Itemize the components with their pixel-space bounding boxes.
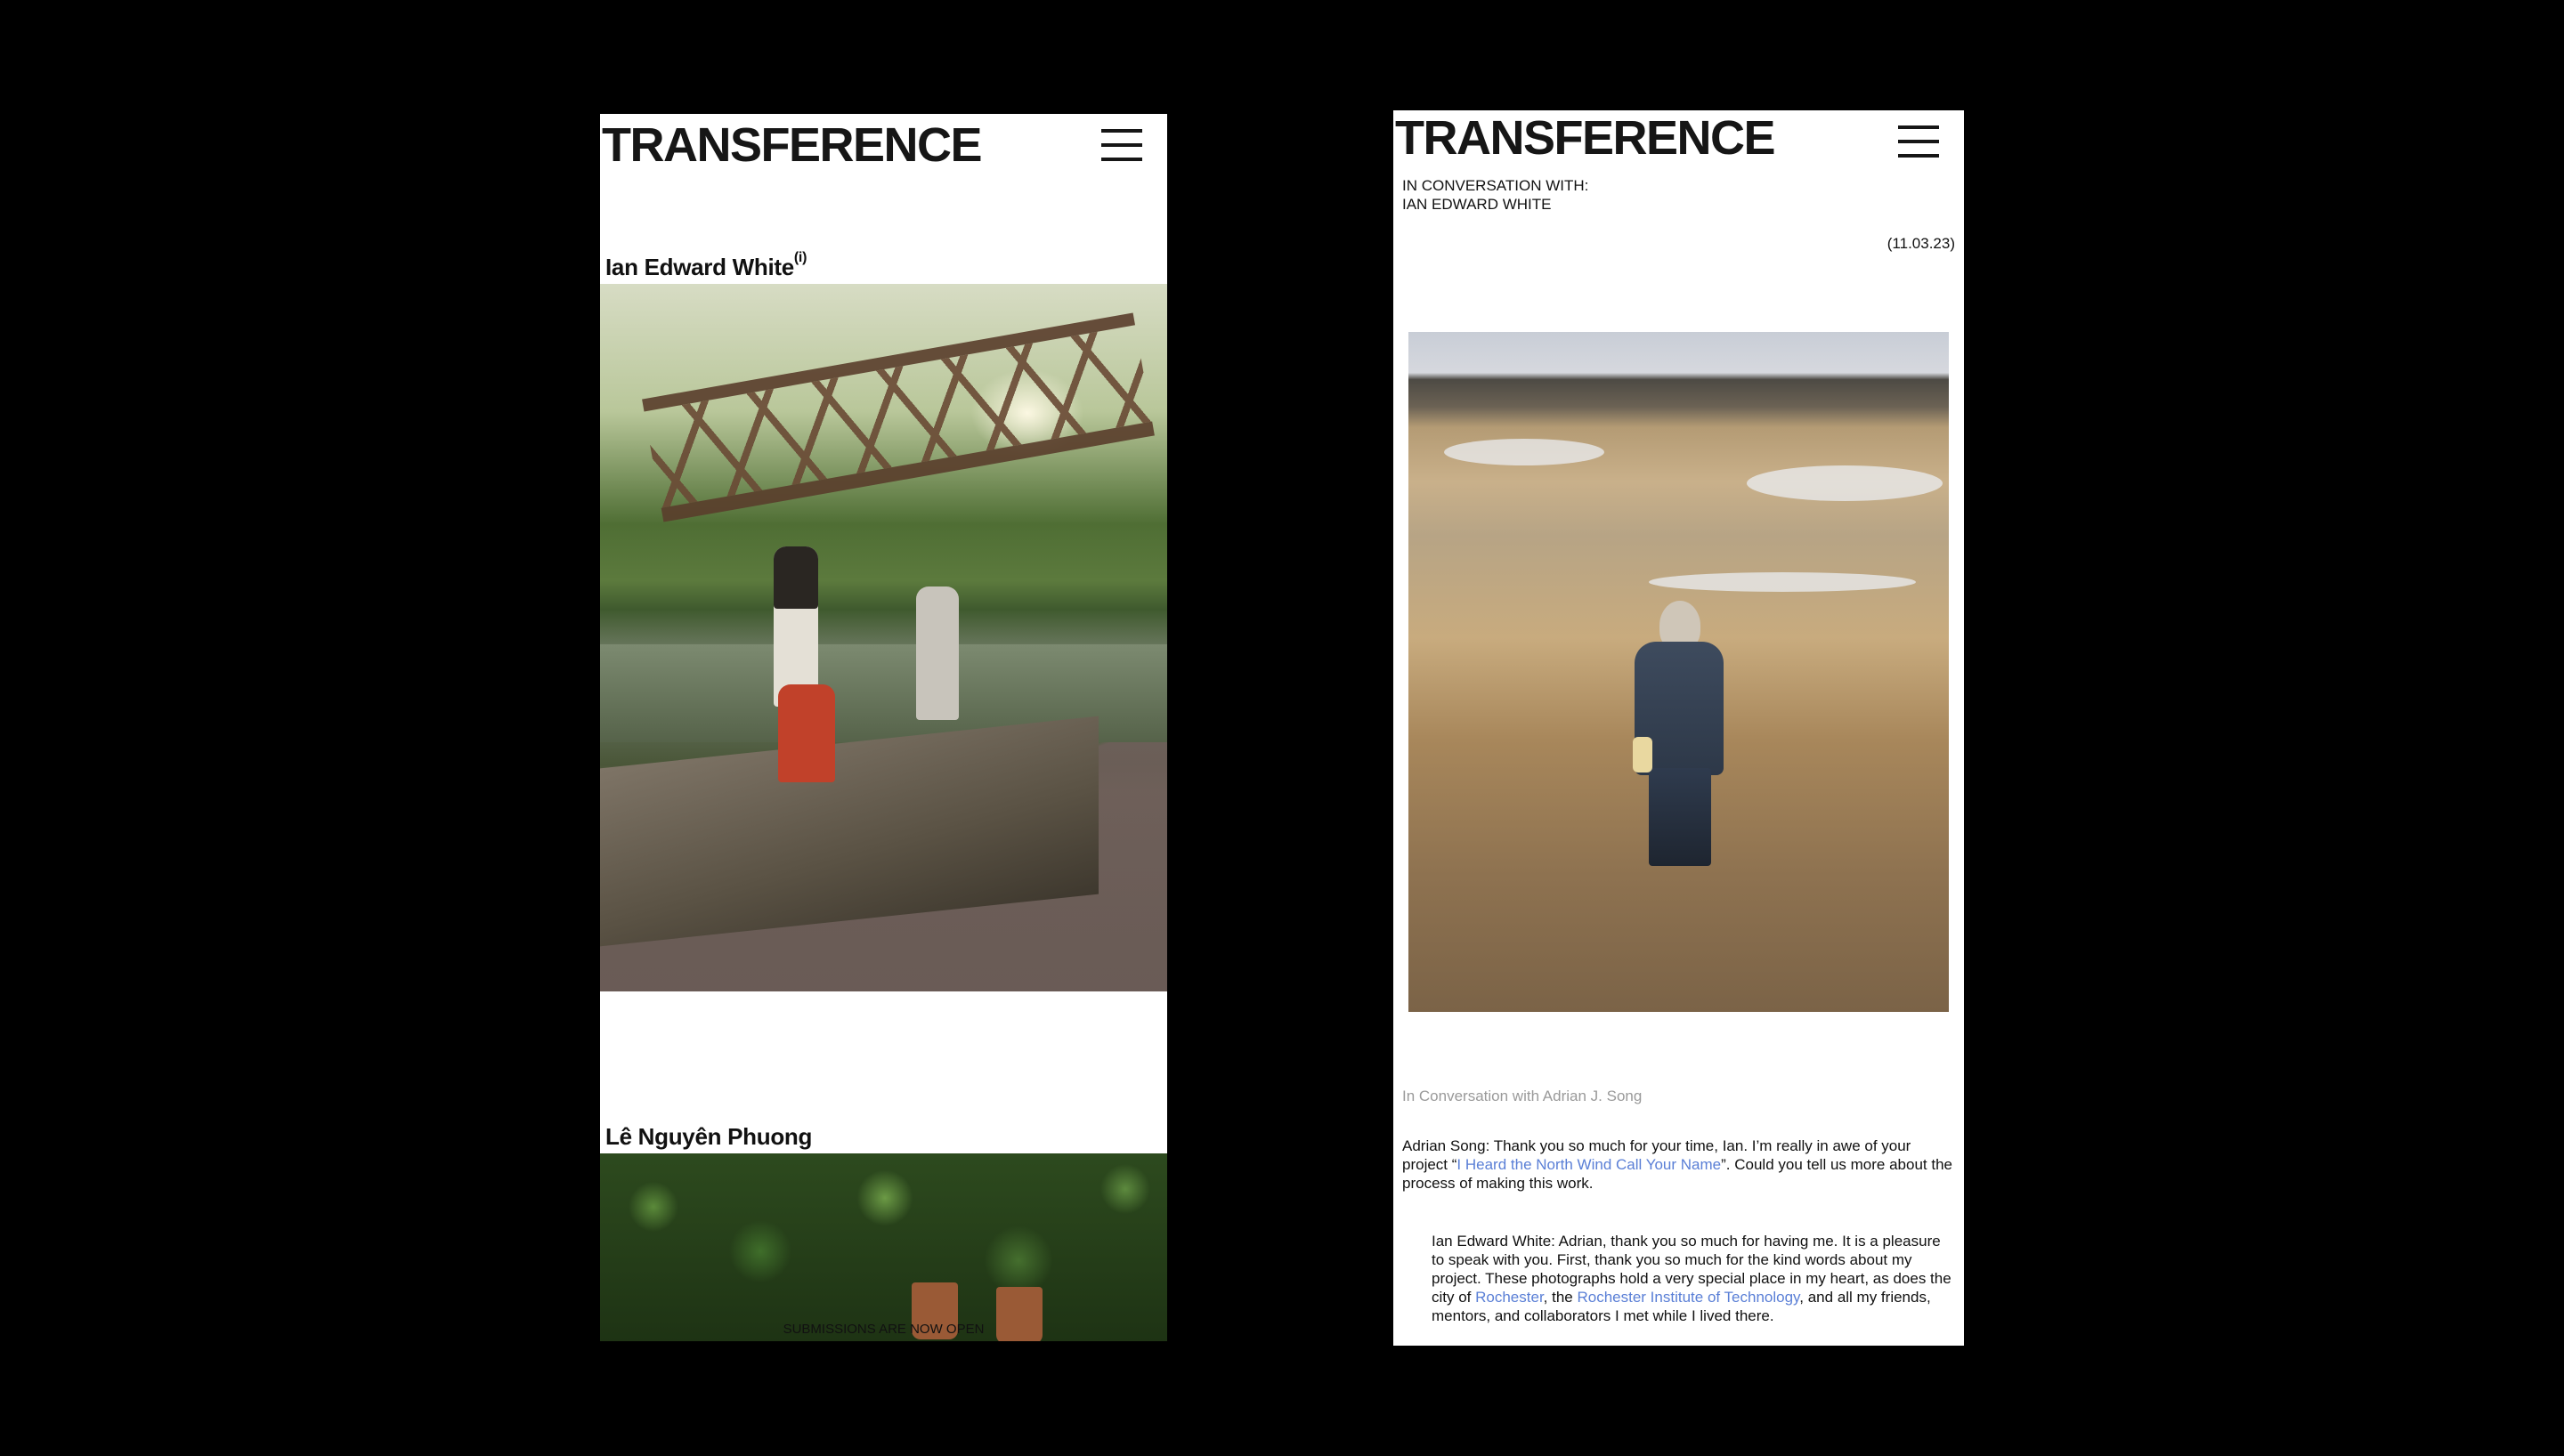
publish-date: (11.03.23) [1886,235,1955,252]
artist-name-2[interactable]: Lê Nguyên Phuong [605,1123,812,1151]
rochester-link[interactable]: Rochester [1475,1289,1544,1306]
byline: In Conversation with Adrian J. Song [1402,1088,1643,1104]
concrete-ledge [600,716,1099,947]
bridge-shape [642,312,1155,522]
left-phone-screen: TRANSFERENCE Ian Edward White(i) Lê Nguy… [600,114,1167,1341]
rit-link[interactable]: Rochester Institute of Technology [1577,1289,1799,1306]
artist-photo-bridge-river[interactable] [600,284,1167,991]
person-sitting [778,684,835,782]
site-logo[interactable]: TRANSFERENCE [1395,114,1776,162]
answer-text-2: , the [1543,1289,1578,1306]
conversation-header: IN CONVERSATION WITH: IAN EDWARD WHITE [1402,176,1588,214]
hamburger-menu-icon[interactable] [1898,124,1939,159]
right-phone-screen: TRANSFERENCE IN CONVERSATION WITH: IAN E… [1393,110,1964,1346]
conversation-name: IAN EDWARD WHITE [1402,196,1552,213]
hamburger-menu-icon[interactable] [1101,127,1142,163]
info-superscript[interactable]: (i) [794,250,807,265]
person-shirt-left [774,546,818,609]
artist-name-1[interactable]: Ian Edward White(i) [605,250,807,281]
snow-patch [1747,465,1943,501]
snow-patch [1649,572,1916,592]
submissions-marquee[interactable]: SUBMISSIONS ARE NOW OPEN [600,1318,1167,1341]
interview-photo-quarry[interactable] [1408,332,1949,1012]
answer-paragraph: Ian Edward White: Adrian, thank you so m… [1432,1232,1955,1325]
figure-legs [1649,768,1711,866]
artist-photo-foliage[interactable]: SUBMISSIONS ARE NOW OPEN [600,1153,1167,1341]
artist-name-text: Ian Edward White [605,254,794,280]
snow-patch [1444,439,1604,465]
figure-bottle [1633,737,1652,772]
site-logo[interactable]: TRANSFERENCE [602,121,983,169]
conversation-label: IN CONVERSATION WITH: [1402,177,1589,194]
person-standing-right [916,586,959,720]
question-paragraph: Adrian Song: Thank you so much for your … [1402,1136,1954,1193]
project-link[interactable]: I Heard the North Wind Call Your Name [1456,1156,1721,1173]
